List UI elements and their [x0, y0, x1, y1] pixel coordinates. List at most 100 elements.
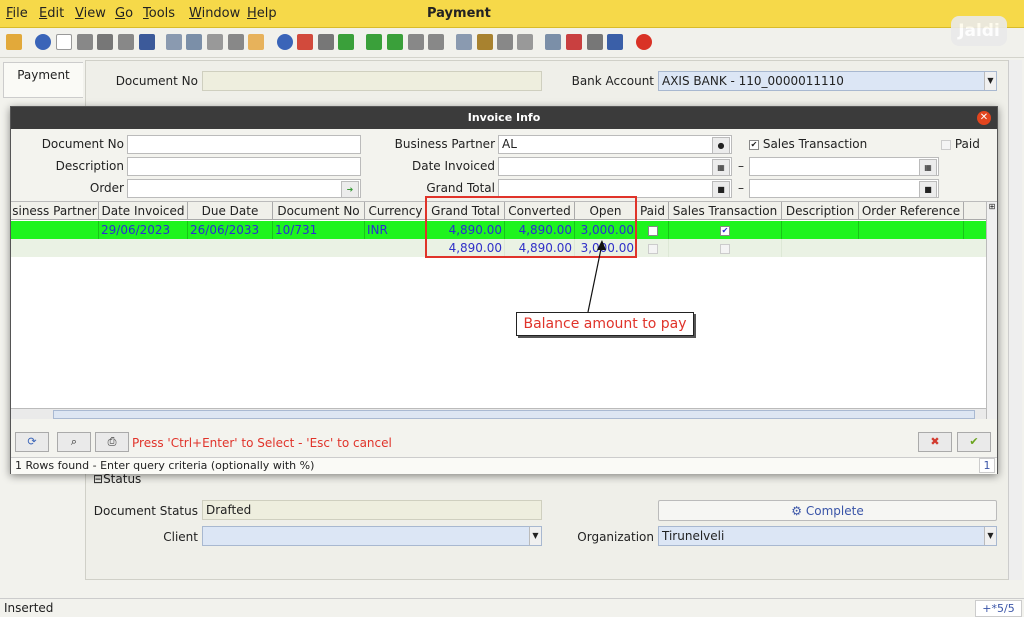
detail-record-icon[interactable]	[338, 34, 354, 50]
print-icon: ⎙	[107, 435, 117, 448]
bank-account-value: AXIS BANK - 110_0000011110	[662, 74, 844, 88]
attachment-icon[interactable]	[207, 34, 223, 50]
menu-tools[interactable]: Tools	[143, 6, 175, 21]
filter-description-input[interactable]	[127, 157, 361, 176]
print-button[interactable]: ⎙	[95, 432, 129, 452]
status-bar: Inserted +*5/5	[0, 598, 1024, 617]
col-order-reference[interactable]: Order Reference	[859, 202, 964, 220]
filter-business-partner-input[interactable]: AL ●	[498, 135, 732, 154]
previous-record-icon[interactable]	[387, 34, 403, 50]
calculator-icon[interactable]: ■	[712, 181, 730, 198]
bank-account-select[interactable]: AXIS BANK - 110_0000011110 ▼	[658, 71, 997, 91]
zoom-across-icon[interactable]	[545, 34, 561, 50]
column-chooser-icon[interactable]: ⊞	[987, 202, 997, 211]
delete-selection-icon[interactable]	[118, 34, 134, 50]
archive-icon[interactable]	[477, 34, 493, 50]
history-icon[interactable]	[277, 34, 293, 50]
zoom-button[interactable]: ⌕	[57, 432, 91, 452]
client-select[interactable]: ▼	[202, 526, 542, 546]
chat-icon[interactable]	[228, 34, 244, 50]
request-icon[interactable]	[587, 34, 603, 50]
print-preview-icon[interactable]	[497, 34, 513, 50]
paid-filter[interactable]: Paid	[941, 137, 980, 151]
refresh-icon[interactable]	[166, 34, 182, 50]
calendar-icon[interactable]: ▦	[712, 159, 730, 176]
workflow-icon[interactable]	[566, 34, 582, 50]
zoom-icon: ⌕	[70, 435, 78, 448]
cancel-button[interactable]: ✖	[918, 432, 952, 452]
document-status-label: Document Status	[93, 504, 198, 518]
menu-view[interactable]: View	[75, 6, 106, 21]
document-status-field: Drafted	[202, 500, 542, 520]
filter-document-no-input[interactable]	[127, 135, 361, 154]
parent-record-icon[interactable]	[318, 34, 334, 50]
col-document-no[interactable]: Document No	[273, 202, 365, 220]
cell-description	[782, 221, 859, 239]
order-lookup-icon[interactable]: ➜	[341, 181, 359, 198]
col-date-invoiced[interactable]: Date Invoiced	[99, 202, 188, 220]
filter-date-invoiced-to[interactable]: ▦	[749, 157, 939, 176]
chevron-down-icon[interactable]: ▼	[984, 527, 996, 545]
jaldi-logo: Jaldi	[951, 16, 1007, 46]
new-record-icon[interactable]	[56, 34, 72, 50]
print-icon[interactable]	[517, 34, 533, 50]
calendar-icon[interactable]: ▦	[919, 159, 937, 176]
record-navigation-status[interactable]: +*5/5	[975, 600, 1022, 617]
cell-business-partner	[11, 221, 99, 239]
range-dash: –	[738, 159, 744, 173]
organization-select[interactable]: Tirunelveli ▼	[658, 526, 997, 546]
first-record-icon[interactable]	[366, 34, 382, 50]
filter-date-invoiced-from[interactable]: ▦	[498, 157, 732, 176]
save-icon[interactable]	[139, 34, 155, 50]
sales-transaction-filter[interactable]: ✔ Sales Transaction	[749, 137, 867, 151]
last-record-icon[interactable]	[428, 34, 444, 50]
col-due-date[interactable]: Due Date	[188, 202, 273, 220]
business-partner-lookup-icon[interactable]: ●	[712, 137, 730, 154]
help-icon[interactable]	[35, 34, 51, 50]
chevron-down-icon[interactable]: ▼	[529, 527, 541, 545]
annotation-callout: Balance amount to pay	[516, 312, 694, 336]
filter-order-label: Order	[89, 181, 124, 195]
undo-icon[interactable]	[6, 34, 22, 50]
menu-window[interactable]: Window	[189, 6, 240, 21]
filter-order-input[interactable]: ➜	[127, 179, 361, 198]
next-record-icon[interactable]	[408, 34, 424, 50]
complete-button[interactable]: ⚙ Complete	[658, 500, 997, 521]
table-vertical-scrollbar[interactable]: ⊞	[986, 202, 997, 419]
paid-checkbox[interactable]	[941, 139, 951, 150]
panel-scrollbar[interactable]	[1008, 60, 1022, 580]
col-business-partner[interactable]: siness Partner	[11, 202, 99, 220]
ok-button[interactable]: ✔	[957, 432, 991, 452]
chevron-down-icon[interactable]: ▼	[984, 72, 996, 90]
menu-help[interactable]: Help	[247, 6, 277, 21]
find-icon[interactable]	[186, 34, 202, 50]
document-no-field[interactable]	[202, 71, 542, 91]
sales-transaction-checkbox[interactable]: ✔	[749, 139, 759, 150]
sales-transaction-label: Sales Transaction	[762, 137, 868, 151]
cell-document-no: 10/731	[273, 221, 365, 239]
home-icon[interactable]	[297, 34, 313, 50]
menu-edit[interactable]: Edit	[39, 6, 64, 21]
exit-icon[interactable]	[636, 34, 652, 50]
table-horizontal-scrollbar[interactable]	[11, 408, 986, 419]
col-sales-transaction[interactable]: Sales Transaction	[669, 202, 782, 220]
client-label: Client	[163, 530, 198, 544]
col-paid[interactable]: Paid	[637, 202, 669, 220]
copy-record-icon[interactable]	[77, 34, 93, 50]
col-description[interactable]: Description	[782, 202, 859, 220]
menu-file[interactable]: File	[6, 6, 28, 21]
tab-payment[interactable]: Payment	[3, 62, 83, 98]
requery-button[interactable]: ⟳	[15, 432, 49, 452]
delete-icon[interactable]	[97, 34, 113, 50]
status-section-header[interactable]: ⊟Status	[93, 472, 141, 486]
menu-go[interactable]: Go	[115, 6, 133, 21]
close-icon[interactable]: ✕	[977, 111, 991, 125]
filter-grand-total-to[interactable]: ■	[749, 179, 939, 198]
scroll-thumb[interactable]	[53, 410, 975, 419]
col-currency[interactable]: Currency	[365, 202, 427, 220]
grid-toggle-icon[interactable]	[248, 34, 264, 50]
report-icon[interactable]	[456, 34, 472, 50]
product-info-icon[interactable]	[607, 34, 623, 50]
calculator-icon[interactable]: ■	[919, 181, 937, 198]
row-sales-transaction-checkbox: ✔	[720, 225, 730, 236]
